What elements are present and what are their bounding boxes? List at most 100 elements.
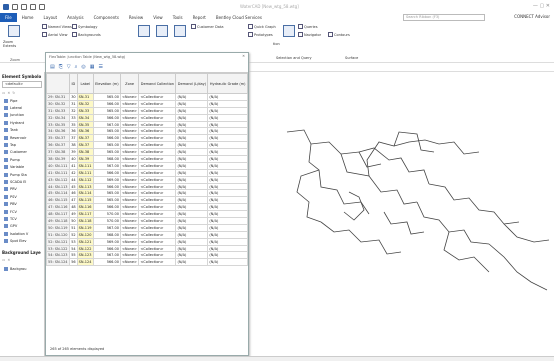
table-cell[interactable]: 566.00 [92, 182, 121, 191]
table-row[interactable]: 55: SN-124 56 SN-124 566.00 <None> <Collectio… [45, 258, 248, 267]
table-cell[interactable]: 565.00 [92, 196, 121, 205]
menu-file[interactable]: File [0, 13, 17, 22]
symbology-tree-item[interactable]: Tap [0, 141, 44, 148]
drawing-canvas[interactable] [249, 72, 554, 356]
window-controls[interactable]: — ▢ ✕ [533, 3, 550, 9]
table-cell[interactable]: 35 [69, 120, 78, 129]
named-views-button[interactable]: Named Views [42, 24, 72, 29]
table-cell[interactable]: 565.00 [92, 189, 121, 198]
table-cell[interactable]: SN-120 [76, 230, 94, 239]
menu-analysis[interactable]: Analysis [62, 13, 88, 22]
table-cell[interactable]: <None> [119, 244, 140, 253]
table-row[interactable]: 50: SN-119 51 SN-119 567.00 <None> <Collectio… [45, 223, 248, 232]
table-cell[interactable]: 565.00 [92, 93, 121, 101]
table-row[interactable]: 52: SN-121 53 SN-121 569.00 <None> <Collectio… [45, 237, 248, 246]
table-cell[interactable]: (N/A) [207, 189, 248, 198]
table-icon[interactable] [156, 25, 168, 37]
menu-layout[interactable]: Layout [39, 13, 63, 22]
symbology-tree-item[interactable]: Isolation V [0, 230, 44, 237]
symbology-tree-item[interactable]: Spot Elev [0, 237, 44, 244]
table-cell[interactable]: (N/A) [207, 120, 248, 129]
table-row[interactable]: 41: SN-111 42 SN-111 566.00 <None> <Collectio… [45, 168, 248, 177]
customer-data-button[interactable]: Customer Data [191, 24, 223, 29]
table-cell[interactable]: 567.00 [92, 223, 121, 232]
table-cell[interactable]: <None> [119, 203, 140, 212]
symbology-tree-item[interactable]: PRV [0, 186, 44, 193]
table-cell[interactable]: (N/A) [207, 210, 248, 219]
table-cell[interactable]: <None> [119, 237, 140, 246]
table-cell[interactable]: 30: SN-32 [45, 99, 71, 108]
column-header[interactable] [45, 73, 71, 94]
column-header[interactable]: Demand (L/day) [175, 73, 209, 94]
table-row[interactable]: 30: SN-32 31 SN-32 566.00 <None> <Collection>… [45, 99, 248, 108]
table-cell[interactable]: 39 [69, 148, 78, 157]
table-cell[interactable]: SN-118 [76, 217, 94, 225]
table-cell[interactable]: (N/A) [175, 230, 209, 239]
table-cell[interactable]: SN-121 [76, 237, 94, 246]
table-cell[interactable]: <None> [119, 210, 140, 219]
table-cell[interactable]: (N/A) [175, 244, 209, 253]
prototypes-button[interactable]: Prototypes [248, 32, 273, 37]
column-header[interactable]: Hydraulic Grade (m) [207, 73, 248, 94]
table-cell[interactable]: 565.00 [92, 127, 121, 136]
table-cell[interactable]: <None> [119, 175, 140, 184]
symbology-tree-item[interactable]: Junction [0, 112, 44, 119]
table-cell[interactable]: <Collection> [138, 251, 177, 260]
table-cell[interactable]: (N/A) [175, 210, 209, 219]
table-cell[interactable]: <None> [119, 93, 140, 101]
table-cell[interactable]: (N/A) [207, 244, 248, 253]
symbology-tree-item[interactable]: GPV [0, 223, 44, 230]
table-cell[interactable]: SN-37 [76, 141, 94, 150]
table-cell[interactable]: 29: SN-31 [45, 93, 71, 101]
table-cell[interactable]: SN-37 [76, 134, 94, 143]
table-cell[interactable]: <Collection> [138, 120, 177, 129]
table-cell[interactable]: 48: SN-117 [45, 210, 71, 219]
table-cell[interactable]: (N/A) [175, 148, 209, 157]
menu-view[interactable]: View [148, 13, 168, 22]
table-cell[interactable]: (N/A) [207, 141, 248, 150]
table-cell[interactable]: (N/A) [207, 93, 248, 101]
menu-tools[interactable]: Tools [168, 13, 188, 22]
table-cell[interactable]: 37 [69, 134, 78, 143]
table-cell[interactable]: SN-31 [76, 93, 94, 101]
table-cell[interactable]: 38 [69, 141, 78, 150]
refresh-icon[interactable]: ↻ [12, 91, 15, 95]
table-cell[interactable]: SN-119 [76, 223, 94, 232]
table-cell[interactable]: (N/A) [207, 203, 248, 212]
table-cell[interactable]: 33: SN-35 [45, 120, 71, 129]
table-cell[interactable]: SN-123 [76, 251, 94, 260]
table-cell[interactable]: (N/A) [207, 106, 248, 115]
quick-graph-button[interactable]: Quick Graph [248, 24, 276, 29]
table-cell[interactable]: 55 [69, 251, 78, 260]
table-row[interactable]: 47: SN-116 48 SN-116 566.00 <None> <Collectio… [45, 203, 248, 212]
table-cell[interactable]: (N/A) [175, 168, 209, 177]
table-cell[interactable]: SN-114 [76, 189, 94, 198]
table-cell[interactable]: (N/A) [207, 196, 248, 205]
symbology-tree-item[interactable]: Variable [0, 164, 44, 171]
table-row[interactable]: 44: SN-113 45 SN-113 566.00 <None> <Collectio… [45, 182, 248, 191]
table-cell[interactable]: <None> [119, 161, 140, 170]
table-cell[interactable]: 52: SN-121 [45, 237, 71, 246]
table-cell[interactable]: (N/A) [207, 182, 248, 191]
table-cell[interactable]: 41: SN-111 [45, 168, 71, 177]
table-cell[interactable]: <Collection> [138, 175, 177, 184]
table-cell[interactable]: 50 [69, 217, 78, 225]
table-cell[interactable]: 54 [69, 244, 78, 253]
table-row[interactable]: 35: SN-37 37 SN-37 566.00 <None> <Collection>… [45, 134, 248, 143]
table-cell[interactable]: 53: SN-122 [45, 244, 71, 253]
table-cell[interactable]: (N/A) [207, 175, 248, 184]
table-cell[interactable]: SN-34 [76, 113, 94, 122]
table-cell[interactable]: 42 [69, 168, 78, 177]
table-cell[interactable]: 44: SN-113 [45, 182, 71, 191]
table-cell[interactable]: 46: SN-115 [45, 196, 71, 205]
table-row[interactable]: 34: SN-36 36 SN-36 565.00 <None> <Collection>… [45, 127, 248, 136]
table-row[interactable]: 43: SN-112 44 SN-112 569.00 <None> <Collectio… [45, 175, 248, 184]
symbology-dropdown[interactable]: <default> [2, 81, 42, 88]
table-cell[interactable]: (N/A) [207, 113, 248, 122]
table-cell[interactable]: 54: SN-123 [45, 251, 71, 260]
table-cell[interactable]: (N/A) [175, 237, 209, 246]
table-row[interactable]: 40: SN-111 41 SN-111 567.00 <None> <Collectio… [45, 161, 248, 170]
table-cell[interactable]: 570.00 [92, 210, 121, 219]
table-cell[interactable]: 566.00 [92, 113, 121, 122]
table-cell[interactable]: 567.00 [92, 161, 121, 170]
